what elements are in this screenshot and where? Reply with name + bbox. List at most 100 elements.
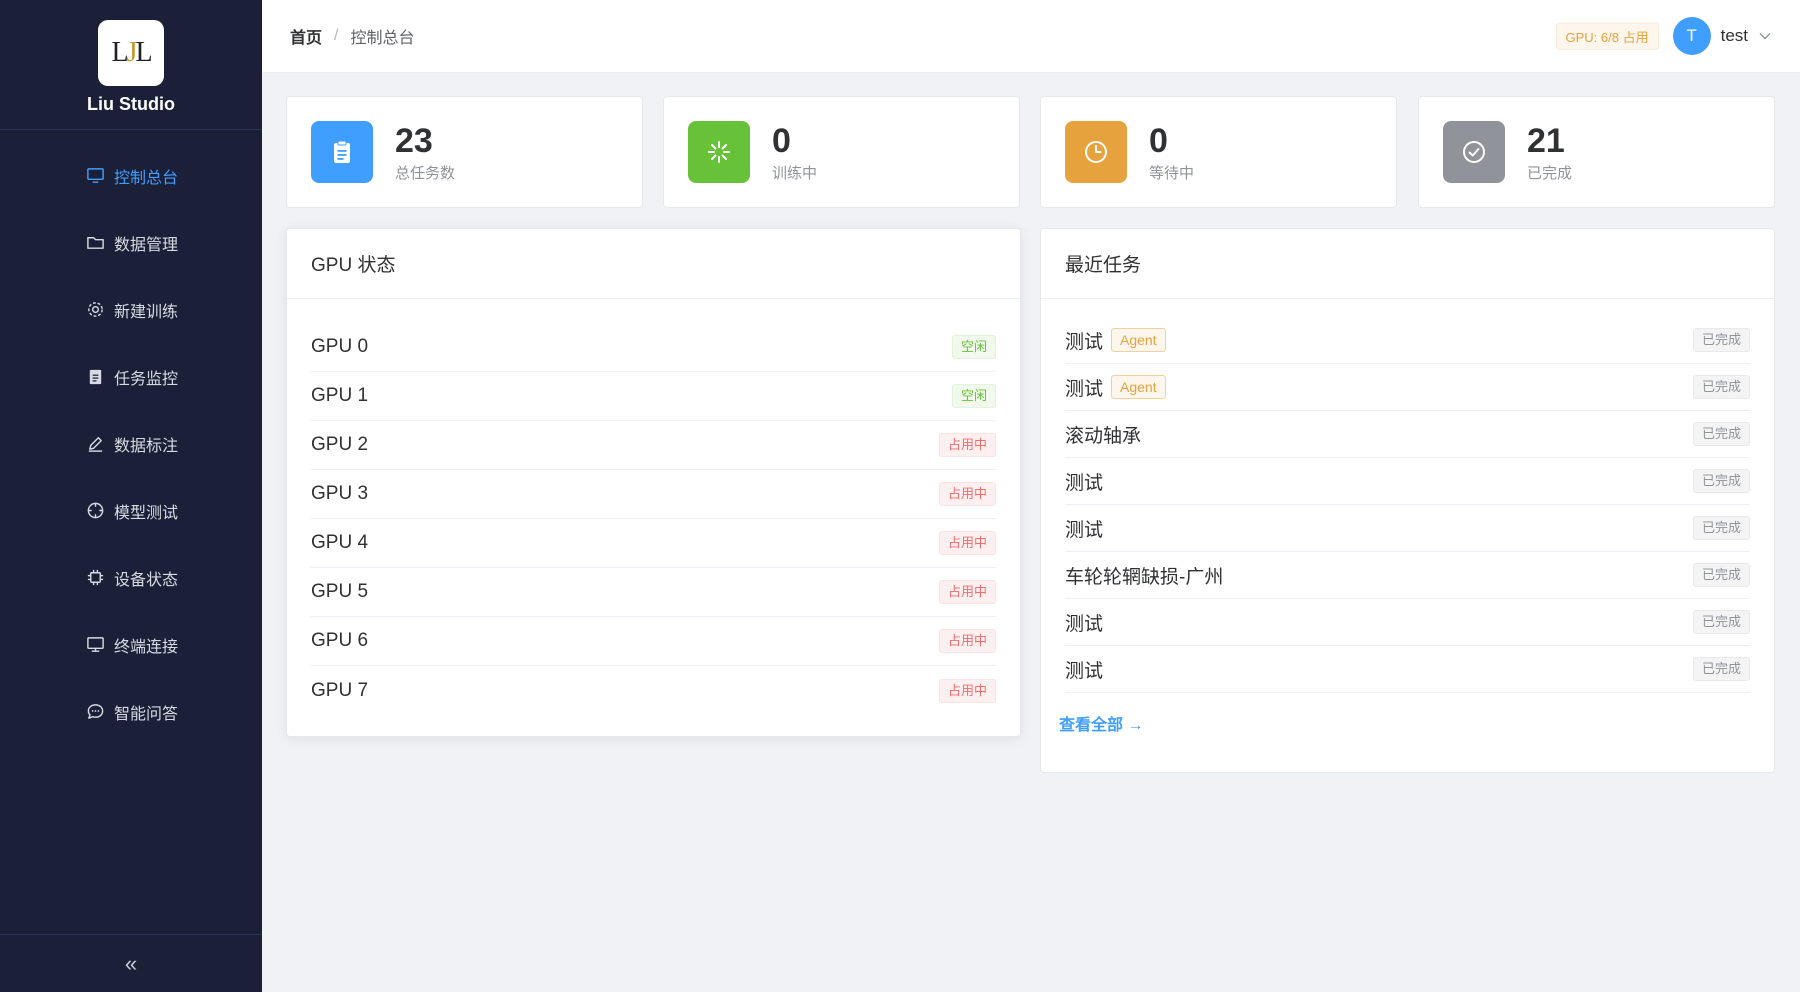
recent-tasks-panel: 最近任务 测试 Agent 已完成 测试 Agent 已完成 滚动轴承 已完成 测试 已完成 测试已…: [1040, 228, 1775, 773]
sidebar-item-8[interactable]: 智能问答: [0, 678, 262, 745]
desktop-icon: [84, 634, 106, 656]
gpu-status-tag: 空闲: [951, 335, 996, 359]
task-status-tag: 已完成: [1692, 657, 1750, 681]
collapse-sidebar-button[interactable]: «: [0, 934, 262, 992]
task-row[interactable]: 测试 Agent 已完成: [1065, 364, 1750, 411]
task-row[interactable]: 测试 已完成: [1065, 599, 1750, 646]
task-row[interactable]: 滚动轴承 已完成: [1065, 411, 1750, 458]
sidebar-item-label: 数据管理: [114, 236, 179, 254]
sidebar-item-5[interactable]: 模型测试: [0, 477, 262, 544]
gpu-status-tag: 占用中: [938, 531, 996, 555]
chevron-down-icon[interactable]: [1758, 29, 1772, 43]
clipboard-icon: [334, 140, 350, 163]
sidebar-item-2[interactable]: 新建训练: [0, 276, 262, 343]
brand-logo[interactable]: LJL: [98, 20, 164, 86]
gpu-name: GPU 3: [311, 483, 369, 504]
sidebar-item-label: 智能问答: [114, 705, 179, 723]
gpu-panel-title: GPU 状态: [287, 229, 1020, 299]
task-status-tag: 已完成: [1692, 469, 1750, 493]
sidebar-item-label: 模型测试: [114, 504, 179, 522]
sidebar-item-label: 设备状态: [114, 571, 179, 589]
stat-card-waiting: 0 等待中: [1040, 96, 1397, 208]
pen-icon: [84, 433, 106, 455]
gpu-status-tag: 空闲: [951, 384, 996, 408]
gpu-row: GPU 5 占用中: [311, 568, 996, 617]
breadcrumb-home[interactable]: 首页: [290, 24, 322, 48]
username[interactable]: test: [1721, 26, 1748, 46]
gpu-name: GPU 1: [311, 385, 369, 406]
task-row[interactable]: 测试 已完成: [1065, 458, 1750, 505]
task-name: 测试: [1065, 331, 1104, 353]
gpu-status-tag: 占用中: [938, 433, 996, 457]
task-name: 测试: [1065, 660, 1104, 682]
gpu-row: GPU 1 空闲: [311, 372, 996, 421]
task-name: 测试: [1065, 519, 1104, 541]
double-chevron-left-icon: «: [124, 950, 138, 976]
task-name: 滚动轴承: [1065, 425, 1142, 447]
task-row[interactable]: 测试 Agent 已完成: [1065, 317, 1750, 364]
breadcrumb-separator: /: [334, 27, 339, 44]
stat-label-total: 总任务数: [395, 164, 456, 182]
gpu-name: GPU 2: [311, 434, 369, 455]
sidebar-menu: 控制总台数据管理新建训练任务监控数据标注模型测试设备状态终端连接智能问答: [0, 142, 262, 745]
sidebar-item-1[interactable]: 数据管理: [0, 209, 262, 276]
view-all-link[interactable]: 查看全部 →: [1059, 711, 1143, 735]
stat-value-total: 23: [395, 121, 433, 160]
task-status-tag: 已完成: [1692, 610, 1750, 634]
gpu-name: GPU 0: [311, 336, 369, 357]
clock-icon: [1085, 141, 1107, 163]
avatar[interactable]: T: [1672, 17, 1711, 55]
gpu-status-panel: GPU 状态 GPU 0 空闲 GPU 1 空闲 GPU 2 占用中 GPU 3 占用中 GPU…: [286, 228, 1021, 737]
chat-icon: [84, 701, 106, 723]
gpu-row: GPU 7 占用中: [311, 666, 996, 715]
gpu-name: GPU 7: [311, 679, 369, 701]
stat-card-training: 0 训练中: [663, 96, 1020, 208]
header-right: GPU: 6/8 占用 T test: [1555, 17, 1773, 55]
stat-value-waiting: 0: [1149, 121, 1168, 160]
task-status-tag: 已完成: [1692, 375, 1750, 399]
sidebar-item-label: 任务监控: [114, 370, 179, 388]
task-list: 测试 Agent 已完成 测试 Agent 已完成 滚动轴承 已完成 测试 已完成 测试 已完成 车轮轮…: [1041, 299, 1774, 693]
task-name: 测试: [1065, 378, 1104, 400]
gpu-status-tag: 占用中: [938, 580, 996, 604]
task-status-tag: 已完成: [1692, 422, 1750, 446]
gear-icon: [84, 299, 106, 321]
stat-icon-training: [688, 121, 750, 183]
stat-label-waiting: 等待中: [1149, 164, 1195, 182]
gpu-name: GPU 4: [311, 532, 369, 553]
gpu-row: GPU 4 占用中: [311, 519, 996, 568]
task-row[interactable]: 测试 已完成: [1065, 646, 1750, 693]
stat-icon-completed: [1443, 121, 1505, 183]
monitor-icon: [84, 165, 106, 187]
task-status-tag: 已完成: [1692, 328, 1750, 352]
sidebar-item-6[interactable]: 设备状态: [0, 544, 262, 611]
sidebar-item-label: 控制总台: [114, 169, 179, 187]
gpu-row: GPU 6 占用中: [311, 617, 996, 666]
agent-tag: Agent: [1111, 375, 1166, 399]
breadcrumb-current: 控制总台: [350, 30, 415, 47]
agent-tag: Agent: [1111, 328, 1166, 352]
task-name: 测试: [1065, 613, 1104, 635]
sidebar-item-4[interactable]: 数据标注: [0, 410, 262, 477]
compass-icon: [84, 500, 106, 522]
gpu-row: GPU 3 占用中: [311, 470, 996, 519]
chip-icon: [84, 567, 106, 589]
stat-icon-total: [311, 121, 373, 183]
sidebar-item-7[interactable]: 终端连接: [0, 611, 262, 678]
stat-icon-waiting: [1065, 121, 1127, 183]
sidebar-item-label: 数据标注: [114, 437, 179, 455]
gpu-row: GPU 0 空闲: [311, 323, 996, 372]
sidebar-item-0[interactable]: 控制总台: [0, 142, 262, 209]
task-row[interactable]: 测试 已完成: [1065, 505, 1750, 552]
task-name: 测试: [1065, 472, 1104, 494]
task-status-tag: 已完成: [1692, 516, 1750, 540]
brand: LJL Liu Studio: [0, 0, 262, 130]
stat-card-completed: 21 已完成: [1418, 96, 1775, 208]
loading-icon: [708, 141, 730, 163]
sidebar-item-3[interactable]: 任务监控: [0, 343, 262, 410]
task-row[interactable]: 车轮轮辋缺损-广州 已完成: [1065, 552, 1750, 599]
gpu-name: GPU 5: [311, 581, 369, 602]
gpu-status-tag: 占用中: [938, 629, 996, 653]
task-name: 车轮轮辋缺损-广州: [1065, 566, 1224, 588]
gpu-usage-badge: GPU: 6/8 占用: [1555, 22, 1659, 50]
